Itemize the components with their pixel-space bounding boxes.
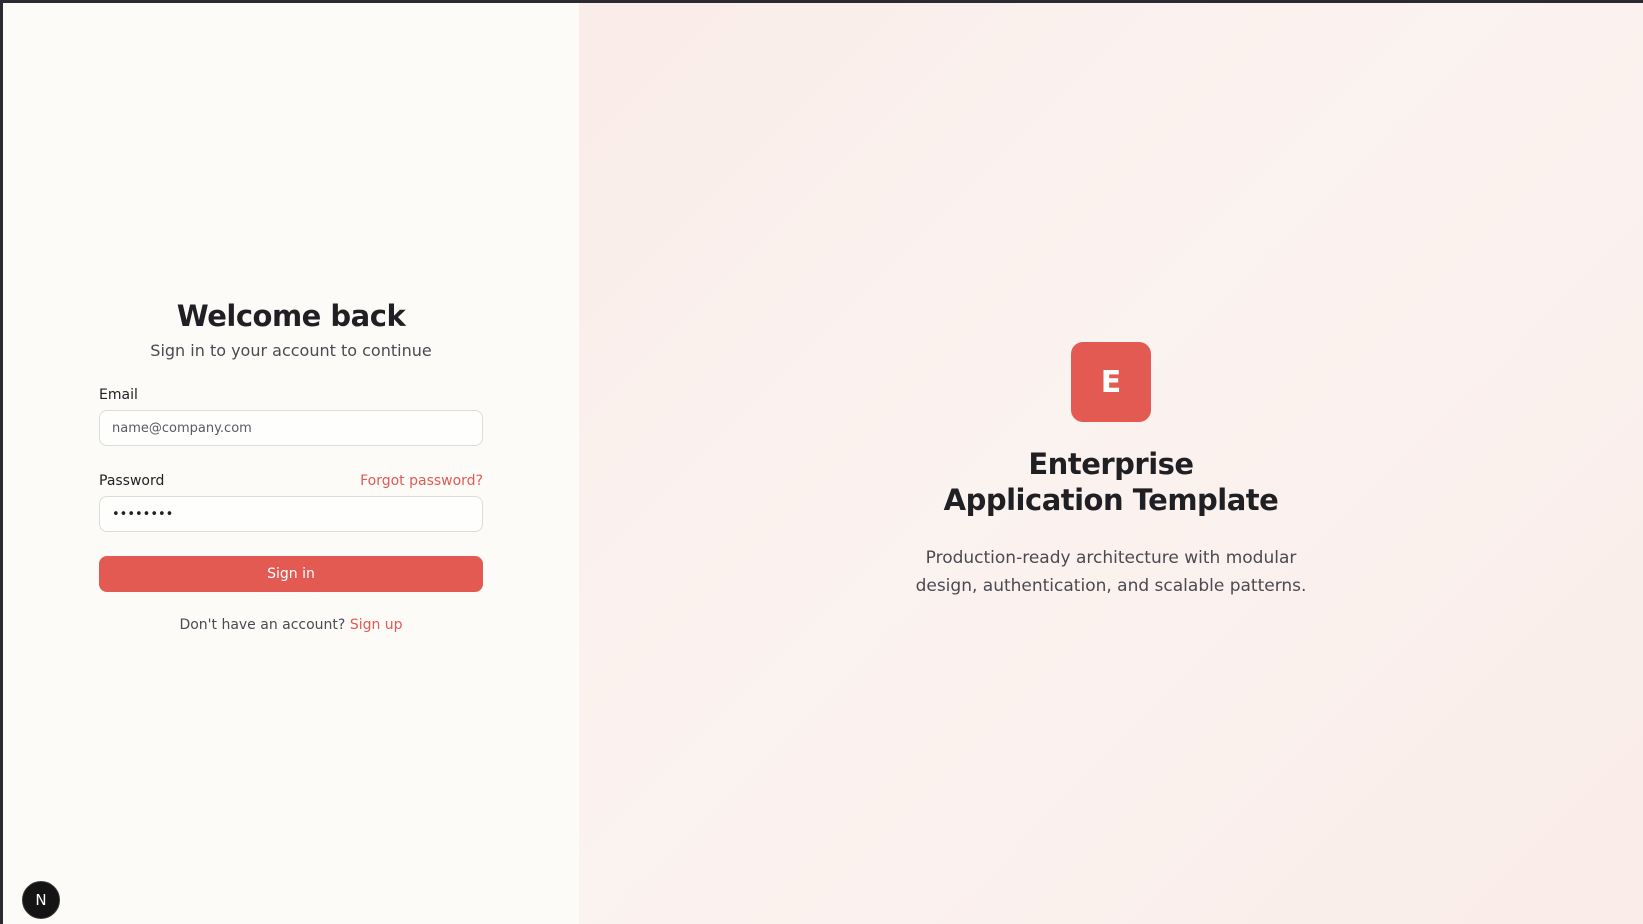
brand-description: Production-ready architecture with modul… [915, 548, 1307, 596]
email-group: Email [99, 385, 483, 446]
page-title: Welcome back [176, 299, 406, 333]
signup-prompt: Don't have an account? [179, 617, 346, 633]
email-field-box[interactable] [99, 410, 483, 446]
password-label: Password [99, 473, 165, 489]
brand-title-line2: Application Template [943, 483, 1279, 517]
dev-badge-letter: N [35, 891, 47, 909]
app-window: Welcome back Sign in to your account to … [0, 0, 1643, 924]
brand-title-line1: Enterprise [1028, 447, 1194, 481]
password-field[interactable] [112, 506, 470, 522]
email-field[interactable] [112, 420, 470, 436]
forgot-password-link[interactable]: Forgot password? [360, 473, 483, 489]
sign-in-button[interactable]: Sign in [99, 556, 483, 592]
brand-logo: E [1071, 342, 1151, 422]
nextjs-icon[interactable]: N [22, 881, 60, 919]
login-panel: Welcome back Sign in to your account to … [3, 3, 579, 924]
email-label: Email [99, 387, 138, 403]
password-label-row: Password Forgot password? [99, 471, 483, 491]
page-subtitle: Sign in to your account to continue [150, 341, 432, 360]
password-field-box[interactable] [99, 496, 483, 532]
email-label-row: Email [99, 385, 483, 405]
login-form: Welcome back Sign in to your account to … [99, 298, 483, 633]
signup-row: Don't have an account? Sign up [99, 617, 483, 633]
brand-title: Enterprise Application Template [579, 446, 1643, 518]
brand-logo-letter: E [1100, 364, 1122, 400]
brand-panel: E Enterprise Application Template Produc… [579, 3, 1643, 924]
sign-up-link[interactable]: Sign up [350, 617, 403, 633]
password-group: Password Forgot password? [99, 471, 483, 532]
brand-block: E Enterprise Application Template Produc… [579, 342, 1643, 600]
